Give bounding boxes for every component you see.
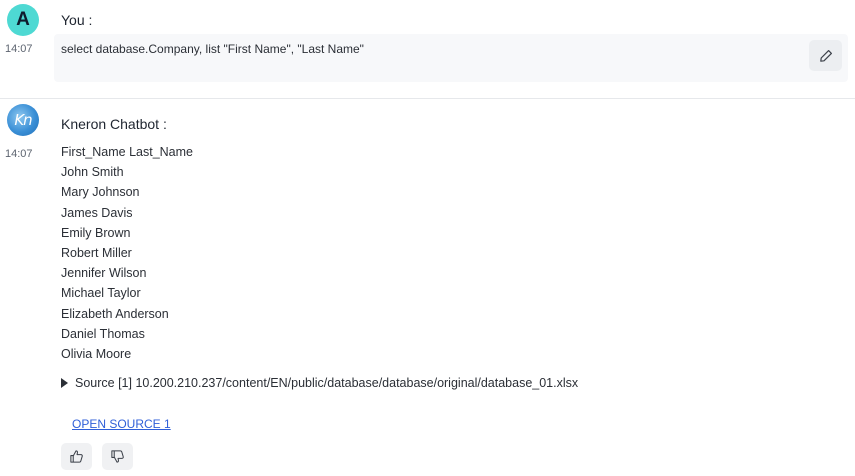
- answer-line: Olivia Moore: [61, 347, 132, 362]
- pencil-icon: [819, 49, 832, 62]
- bot-message-time: 14:07: [5, 148, 33, 160]
- source-text: Source [1] 10.200.210.237/content/EN/pub…: [75, 376, 579, 390]
- message-divider: [0, 98, 855, 99]
- answer-line: Emily Brown: [61, 225, 131, 240]
- answer-line: Jennifer Wilson: [61, 266, 147, 281]
- user-avatar: A: [7, 4, 39, 36]
- user-message: A 14:07 You : select database.Company, l…: [0, 0, 855, 98]
- answer-line: Robert Miller: [61, 246, 132, 261]
- expand-triangle-icon: [61, 378, 68, 388]
- user-sender-name: You :: [61, 12, 93, 28]
- open-source-link[interactable]: OPEN SOURCE 1: [72, 417, 171, 431]
- thumbs-down-button[interactable]: [102, 443, 133, 470]
- user-message-text: select database.Company, list "First Nam…: [61, 42, 364, 56]
- user-avatar-letter: A: [16, 9, 30, 30]
- answer-line: Mary Johnson: [61, 185, 140, 200]
- answer-line: James Davis: [61, 205, 133, 220]
- user-message-bubble: select database.Company, list "First Nam…: [54, 34, 848, 82]
- bot-answer: First_Name Last_Name John Smith Mary Joh…: [61, 142, 193, 364]
- edit-message-button[interactable]: [809, 40, 842, 71]
- user-message-time: 14:07: [5, 43, 33, 55]
- source-disclosure[interactable]: Source [1] 10.200.210.237/content/EN/pub…: [61, 376, 578, 390]
- answer-line: Michael Taylor: [61, 286, 141, 301]
- thumbs-down-icon: [111, 450, 124, 463]
- answer-line: John Smith: [61, 165, 124, 180]
- bot-sender-name: Kneron Chatbot :: [61, 116, 167, 132]
- bot-avatar: Kn: [7, 104, 39, 136]
- answer-header: First_Name Last_Name: [61, 145, 193, 159]
- thumbs-up-button[interactable]: [61, 443, 92, 470]
- bot-avatar-text: Kn: [14, 111, 32, 129]
- answer-line: Elizabeth Anderson: [61, 306, 169, 321]
- bot-message: Kn 14:07 Kneron Chatbot : First_Name Las…: [0, 100, 855, 476]
- thumbs-up-icon: [70, 450, 83, 463]
- answer-line: Daniel Thomas: [61, 326, 145, 341]
